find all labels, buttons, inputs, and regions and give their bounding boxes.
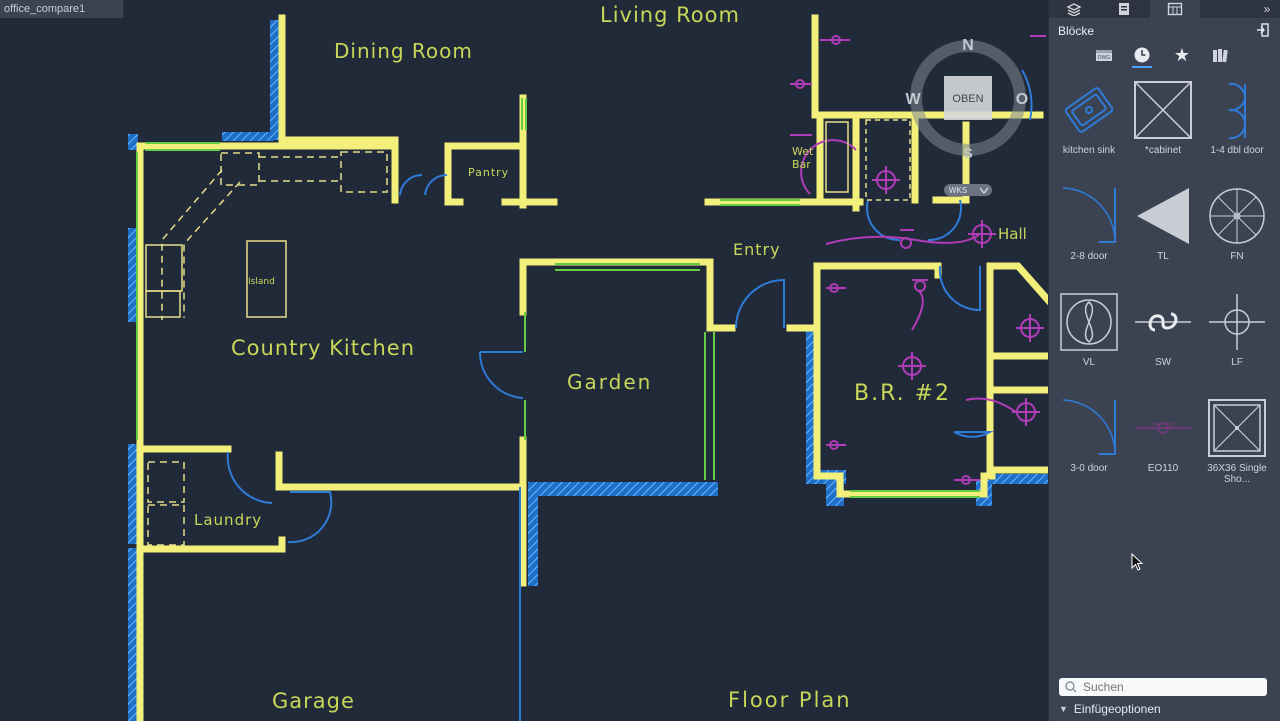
block-double-door[interactable]: 1-4 dbl door: [1205, 80, 1269, 156]
door-block-icon: [1062, 399, 1116, 455]
palette-tab-properties[interactable]: [1099, 0, 1149, 18]
switch-block-icon: [1135, 312, 1191, 332]
mouse-cursor-icon: [1131, 553, 1144, 571]
room-label-island: Island: [248, 277, 275, 287]
exit-panel-icon: [1257, 23, 1269, 37]
room-label-wet: Wet: [792, 145, 814, 158]
light-fixture-block-icon: [1209, 294, 1265, 350]
palette-expand-button[interactable]: »: [1253, 0, 1280, 18]
viewcube-south[interactable]: S: [963, 145, 972, 161]
wet-bar-cabinets: [825, 119, 911, 201]
drawing-canvas[interactable]: Living Room Dining Room Pantry Wet Bar H…: [0, 0, 1048, 721]
block-search-field[interactable]: [1059, 678, 1267, 696]
room-label-dining-room: Dining Room: [334, 39, 473, 63]
block-label: 1-4 dbl door: [1210, 145, 1264, 156]
category-current-drawing[interactable]: DWG: [1091, 44, 1117, 66]
block-label: 2-8 door: [1070, 251, 1108, 262]
room-label-hall: Hall: [998, 225, 1027, 243]
palette-tab-bar: »: [1049, 0, 1280, 18]
block-shower[interactable]: 36X36 Single Sho...: [1205, 398, 1269, 485]
room-label-garden: Garden: [567, 370, 652, 394]
double-chevron-right-icon: »: [1263, 2, 1271, 16]
clock-icon: [1134, 47, 1150, 63]
star-icon: ★: [1173, 44, 1191, 65]
outlet-block-icon: [1135, 422, 1191, 434]
viewcube-ucs[interactable]: WKS: [949, 186, 967, 195]
viewcube-west[interactable]: W: [905, 91, 921, 108]
block-fn[interactable]: FN: [1205, 186, 1269, 262]
document-icon: [1119, 3, 1129, 15]
blocks-palette: » Blöcke DWG ★ kitchen sink *cabinet 1-4…: [1048, 0, 1280, 721]
room-label-bar: Bar: [792, 158, 811, 171]
block-vl[interactable]: VL: [1057, 292, 1121, 368]
search-icon: [1065, 681, 1077, 693]
block-label: LF: [1231, 357, 1243, 368]
dwg-file-icon: DWG: [1096, 50, 1112, 61]
block-label: *cabinet: [1144, 145, 1182, 156]
floor-plan-drawing[interactable]: Living Room Dining Room Pantry Wet Bar H…: [0, 0, 1048, 721]
category-favorites[interactable]: ★: [1169, 44, 1195, 66]
palette-tab-empty[interactable]: [1201, 0, 1251, 18]
room-label-garage: Garage: [272, 689, 355, 713]
shower-block-icon: [1208, 399, 1266, 457]
block-label: 36X36 Single Sho...: [1207, 463, 1267, 485]
title-floor-plan: Floor Plan: [728, 688, 852, 712]
block-label: EO110: [1147, 463, 1179, 474]
block-label: SW: [1154, 357, 1172, 368]
block-label: FN: [1230, 251, 1244, 262]
block-cabinet[interactable]: *cabinet: [1131, 80, 1195, 156]
block-3-0-door[interactable]: 3-0 door: [1057, 398, 1121, 474]
room-label-country-kitchen: Country Kitchen: [231, 336, 415, 360]
viewcube-face-top[interactable]: OBEN: [952, 93, 983, 105]
layers-icon: [1066, 3, 1082, 16]
palette-title: Blöcke: [1058, 24, 1095, 38]
table-icon: [1167, 2, 1183, 16]
fan-block-icon: [1209, 188, 1265, 244]
document-tab[interactable]: office_compare1: [0, 0, 124, 18]
block-label: VL: [1082, 357, 1096, 368]
block-lf[interactable]: LF: [1205, 292, 1269, 368]
block-tl[interactable]: TL: [1131, 186, 1195, 262]
room-label-laundry: Laundry: [194, 511, 262, 529]
viewcube-east[interactable]: O: [1016, 91, 1028, 108]
category-libraries[interactable]: [1207, 44, 1233, 66]
room-label-pantry: Pantry: [468, 166, 509, 179]
library-icon: [1213, 49, 1228, 63]
room-label-br2: B.R. #2: [854, 381, 951, 406]
block-label: 3-0 door: [1070, 463, 1108, 474]
block-eo110[interactable]: EO110: [1131, 398, 1195, 474]
viewcube-north[interactable]: N: [962, 37, 974, 54]
room-label-entry: Entry: [733, 240, 781, 259]
cabinet-block-icon: [1134, 81, 1192, 139]
room-label-living-room: Living Room: [600, 3, 740, 27]
insert-options-toggle[interactable]: ▼ Einfügeoptionen: [1059, 702, 1161, 716]
palette-tab-blocks[interactable]: [1150, 0, 1200, 18]
block-sw[interactable]: SW: [1131, 292, 1195, 368]
insert-options-label: Einfügeoptionen: [1073, 702, 1161, 716]
vent-light-block-icon: [1060, 293, 1118, 351]
door-block-icon: [1062, 187, 1116, 243]
block-label: kitchen sink: [1062, 145, 1116, 156]
block-2-8-door[interactable]: 2-8 door: [1057, 186, 1121, 262]
kitchen-sink-block-icon: [1064, 87, 1114, 133]
svg-text:DWG: DWG: [1098, 55, 1110, 61]
category-recent[interactable]: [1129, 44, 1155, 68]
double-door-block-icon: [1228, 82, 1247, 140]
triangle-down-icon: ▼: [1059, 704, 1068, 714]
search-input[interactable]: [1081, 679, 1255, 695]
block-category-bar: DWG ★: [1049, 42, 1280, 68]
triangle-block-icon: [1137, 188, 1189, 244]
palette-close-button[interactable]: [1255, 22, 1271, 38]
block-kitchen-sink[interactable]: kitchen sink: [1057, 80, 1121, 156]
palette-tab-layers[interactable]: [1049, 0, 1099, 18]
block-label: TL: [1157, 251, 1169, 262]
